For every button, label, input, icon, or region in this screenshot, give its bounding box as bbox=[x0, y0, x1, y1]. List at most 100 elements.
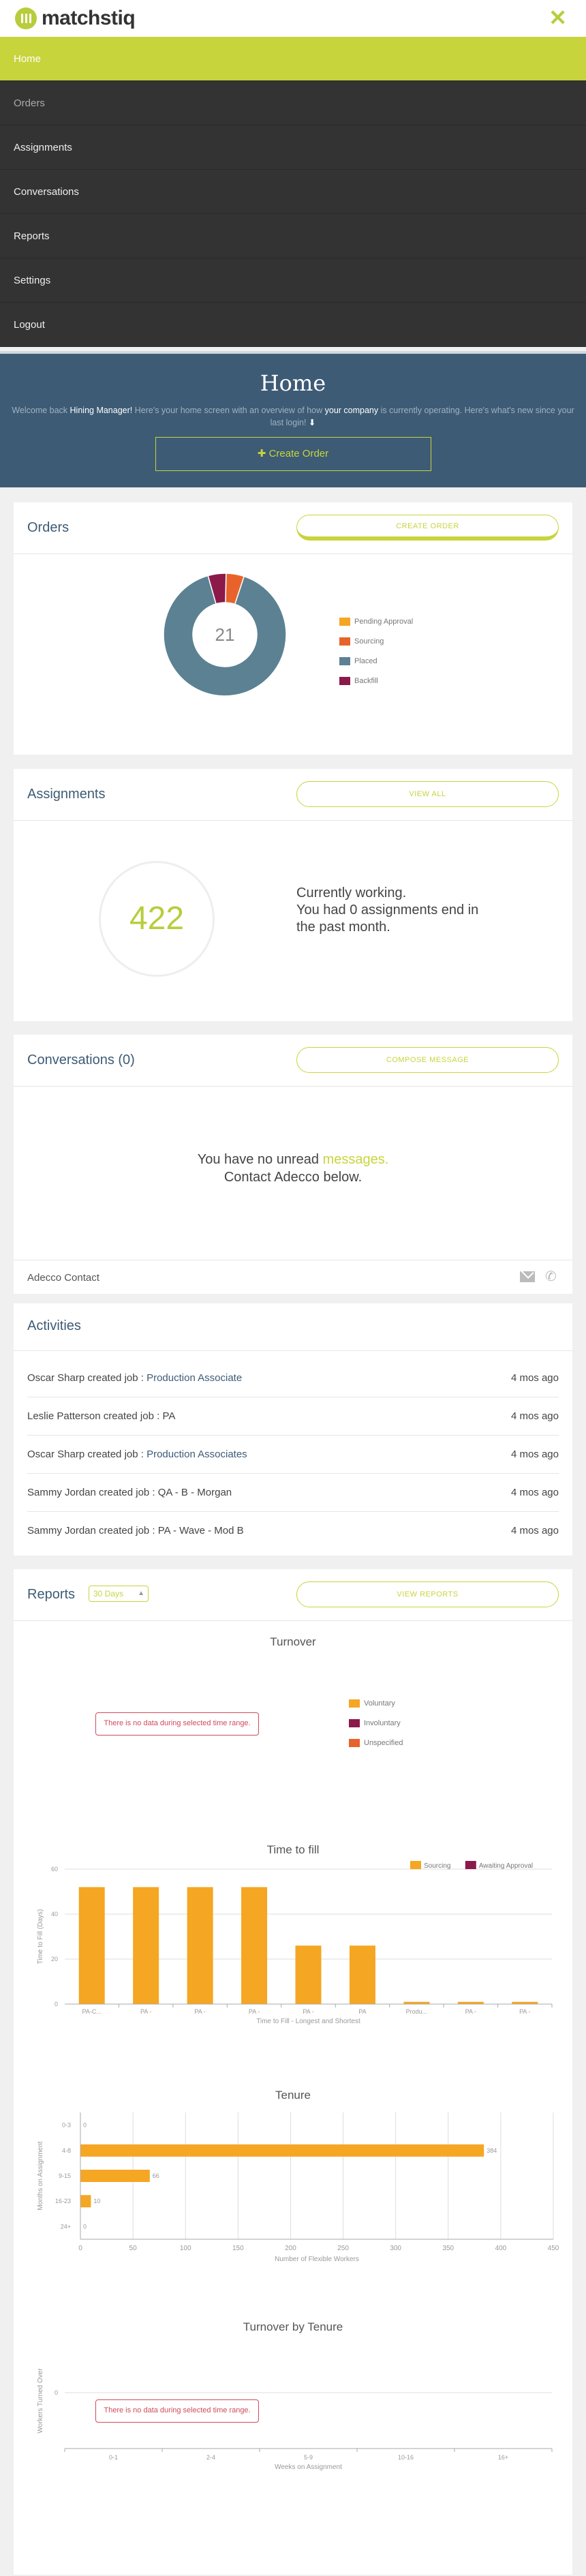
view-reports-button[interactable]: VIEW REPORTS bbox=[296, 1581, 559, 1607]
bar bbox=[80, 2195, 91, 2208]
x-tick-label: 10-16 bbox=[398, 2454, 414, 2461]
legend-swatch bbox=[349, 1718, 360, 1727]
orders-donut-chart: 21 bbox=[163, 573, 287, 697]
x-tick-label: 350 bbox=[442, 2245, 454, 2252]
contact-row: Adecco Contact ✆ bbox=[14, 1260, 572, 1294]
activity-row: Oscar Sharp created job : Production Ass… bbox=[27, 1436, 559, 1474]
legend-swatch bbox=[349, 1738, 360, 1747]
x-axis-label: Weeks on Assignment bbox=[275, 2464, 342, 2471]
legend-label: Sourcing bbox=[354, 637, 384, 646]
unread-message-notice: You have no unread messages. Contact Ade… bbox=[14, 1151, 572, 1186]
activity-time: 4 mos ago bbox=[510, 1449, 559, 1460]
orders-card: Orders CREATE ORDER 21 Pending Approval … bbox=[14, 502, 572, 755]
x-tick-label: PA - bbox=[140, 2008, 151, 2015]
download-arrow-icon[interactable]: ⬇ bbox=[309, 418, 315, 427]
matchstiq-logo[interactable]: matchstiq bbox=[15, 7, 136, 30]
legend-label: Unspecified bbox=[364, 1738, 403, 1747]
assignments-count: 422 bbox=[99, 861, 215, 977]
x-axis-label: Time to Fill - Longest and Shortest bbox=[256, 2018, 360, 2025]
tenure-chart: 0 50 100 150 200 250 300 350 400 4500-3 04-8 3849-1… bbox=[37, 2112, 559, 2263]
messages-link[interactable]: messages. bbox=[323, 1152, 389, 1167]
compose-message-button[interactable]: COMPOSE MESSAGE bbox=[296, 1047, 559, 1073]
activity-link[interactable]: Production Associate bbox=[146, 1372, 242, 1384]
tenure-title: Tenure bbox=[275, 2089, 311, 2102]
legend-swatch bbox=[339, 637, 350, 646]
y-tick-label: 24+ bbox=[61, 2223, 71, 2230]
y-tick-label: 9-15 bbox=[59, 2172, 71, 2179]
x-tick-label: PA - bbox=[303, 2008, 313, 2015]
mail-icon[interactable] bbox=[520, 1271, 535, 1282]
turnover-legend: Voluntary Involuntary Unspecified bbox=[349, 1693, 403, 1753]
create-order-button[interactable]: ✚ Create Order bbox=[155, 437, 431, 471]
activity-link[interactable]: Production Associates bbox=[146, 1449, 247, 1460]
bar bbox=[78, 1887, 105, 2004]
orders-card-header: Orders CREATE ORDER bbox=[14, 502, 572, 554]
select-arrows-icon: ▲ bbox=[138, 1590, 144, 1597]
conversations-card-header: Conversations (0) COMPOSE MESSAGE bbox=[14, 1035, 572, 1087]
msg-prefix: You have no unread bbox=[197, 1152, 323, 1167]
legend-label: Voluntary bbox=[364, 1699, 395, 1708]
legend-swatch bbox=[339, 676, 350, 685]
x-tick-label: 250 bbox=[337, 2245, 349, 2252]
assignments-summary: Currently working. You had 0 assignments… bbox=[296, 885, 501, 936]
page-title: Home bbox=[260, 370, 326, 396]
bar bbox=[349, 1945, 375, 2004]
donut-total-label: 21 bbox=[215, 624, 235, 645]
nav-item-assignments[interactable]: Assignments bbox=[0, 125, 586, 170]
time-to-fill-title: Time to fill bbox=[266, 1843, 320, 1856]
y-tick-label: 20 bbox=[51, 1956, 58, 1963]
date-range-select[interactable]: 30 Days ▲ bbox=[89, 1586, 149, 1602]
phone-icon[interactable]: ✆ bbox=[545, 1270, 559, 1284]
conversations-card: Conversations (0) COMPOSE MESSAGE You ha… bbox=[14, 1035, 572, 1294]
view-all-button[interactable]: VIEW ALL bbox=[296, 781, 559, 807]
legend-swatch bbox=[339, 656, 350, 665]
turnover-by-tenure-title: Turnover by Tenure bbox=[243, 2320, 343, 2333]
y-tick-label: 0 bbox=[55, 2389, 58, 2396]
y-axis-label: Workers Turned Over bbox=[37, 2368, 44, 2434]
x-tick-label: 450 bbox=[548, 2245, 559, 2252]
orders-legend: Pending Approval Sourcing Placed Backfil… bbox=[339, 611, 413, 691]
contact-label: Adecco Contact bbox=[27, 1272, 99, 1284]
nav-item-logout[interactable]: Logout bbox=[0, 303, 586, 347]
legend-item: Backfill bbox=[339, 671, 413, 691]
logo-mark-icon bbox=[15, 7, 37, 29]
activity-text: Sammy Jordan created job : QA - B - Morg… bbox=[27, 1487, 232, 1498]
y-tick-label: 4-8 bbox=[62, 2147, 71, 2154]
activity-row: Sammy Jordan created job : QA - B - Morg… bbox=[27, 1474, 559, 1512]
turnover-by-tenure-no-data-notice: There is no data during selected time ra… bbox=[95, 2399, 259, 2423]
activity-row: Oscar Sharp created job : Production Ass… bbox=[27, 1359, 559, 1397]
activity-time: 4 mos ago bbox=[510, 1525, 559, 1536]
y-tick-label: 40 bbox=[51, 1911, 58, 1918]
nav-item-conversations[interactable]: Conversations bbox=[0, 170, 586, 214]
legend-item: Involuntary bbox=[349, 1713, 403, 1733]
x-tick-label: PA-C... bbox=[82, 2008, 102, 2015]
legend-item: Placed bbox=[339, 651, 413, 671]
nav-item-orders[interactable]: Orders bbox=[0, 81, 586, 125]
y-tick-label: 60 bbox=[51, 1866, 58, 1873]
reports-title: Reports bbox=[27, 1587, 76, 1602]
x-tick-label: 100 bbox=[180, 2245, 191, 2252]
x-tick-label: Produ... bbox=[406, 2008, 428, 2015]
legend-swatch bbox=[410, 1861, 421, 1869]
nav-item-reports[interactable]: Reports bbox=[0, 214, 586, 258]
nav-item-home[interactable]: Home bbox=[0, 37, 586, 81]
turnover-no-data-notice: There is no data during selected time ra… bbox=[95, 1712, 259, 1736]
nav-item-settings[interactable]: Settings bbox=[0, 258, 586, 303]
bar bbox=[295, 1945, 322, 2004]
activity-time: 4 mos ago bbox=[510, 1487, 559, 1498]
assignments-card-header: Assignments VIEW ALL bbox=[14, 769, 572, 821]
bar bbox=[80, 2170, 150, 2182]
close-icon[interactable]: ✕ bbox=[549, 7, 567, 29]
x-tick-label: 0-1 bbox=[109, 2454, 118, 2461]
msg-line2: Contact Adecco below. bbox=[223, 1170, 363, 1185]
legend-item: Pending Approval bbox=[339, 611, 413, 631]
x-tick-label: 300 bbox=[390, 2245, 401, 2252]
y-axis-label: Months on Assignment bbox=[37, 2141, 44, 2210]
x-tick-label: PA bbox=[358, 2008, 366, 2015]
reports-card-header: Reports 30 Days ▲ VIEW REPORTS bbox=[14, 1569, 572, 1621]
create-order-pill-button[interactable]: CREATE ORDER bbox=[296, 515, 559, 541]
bar bbox=[80, 2144, 484, 2157]
activity-row: Leslie Patterson created job : PA 4 mos a… bbox=[27, 1397, 559, 1436]
legend-swatch bbox=[465, 1861, 476, 1869]
turnover-chart-title: Turnover bbox=[270, 1635, 316, 1648]
